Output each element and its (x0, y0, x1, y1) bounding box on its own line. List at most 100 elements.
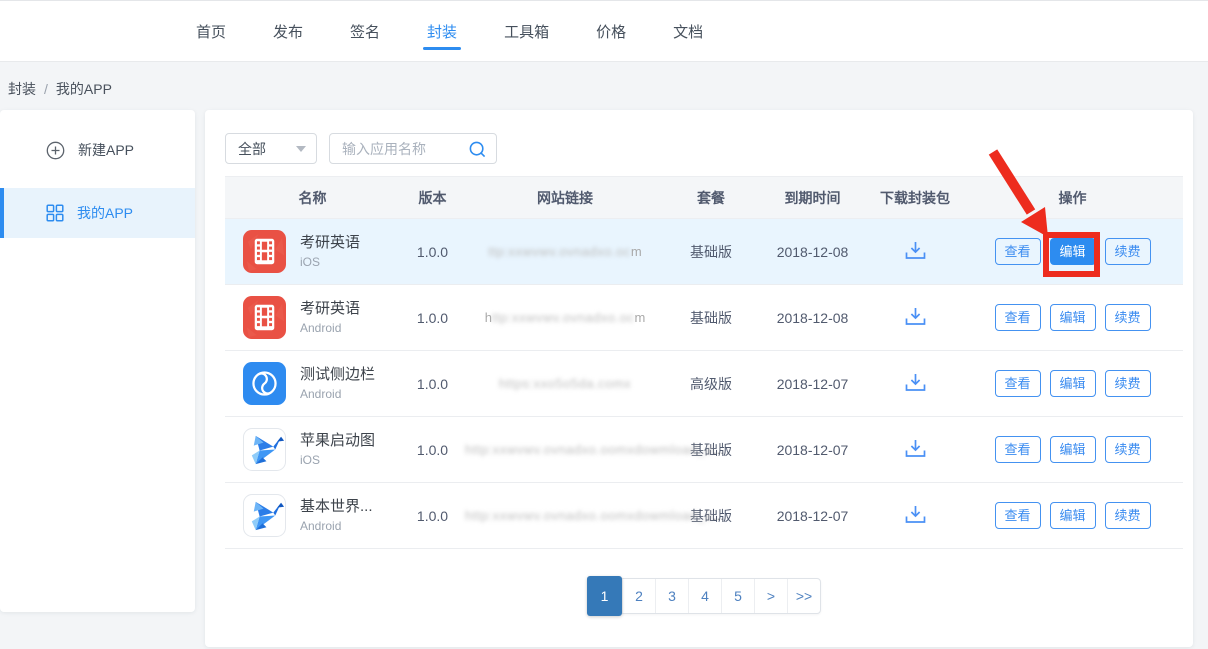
col-expire: 到期时间 (757, 188, 868, 208)
nav-item-toolbox[interactable]: 工具箱 (504, 1, 549, 61)
app-version: 1.0.0 (400, 310, 465, 326)
app-url-masked: http:xxwvwv.ovnadxo.oomxdowmload_a... (465, 508, 665, 523)
renew-button[interactable]: 续费 (1105, 304, 1151, 331)
page-2[interactable]: 2 (622, 579, 655, 613)
app-platform: iOS (300, 452, 375, 468)
grid-icon (46, 204, 64, 222)
download-icon[interactable] (904, 306, 927, 327)
table-row: 考研英语 iOS 1.0.0 ttp:xxwvwv.ovnadxo.ocm 基础… (225, 219, 1183, 285)
film-app-icon (243, 230, 286, 273)
col-url: 网站链接 (465, 188, 665, 208)
app-expire-date: 2018-12-07 (757, 376, 868, 392)
download-icon[interactable] (904, 504, 927, 525)
renew-button[interactable]: 续费 (1105, 370, 1151, 397)
search-icon[interactable] (468, 140, 487, 164)
renew-button[interactable]: 续费 (1105, 238, 1151, 265)
nav-item-publish[interactable]: 发布 (273, 1, 303, 61)
filter-bar: 全部 (225, 133, 497, 164)
app-platform: iOS (300, 254, 360, 270)
page-3[interactable]: 3 (655, 579, 688, 613)
sidebar-item-label: 我的APP (77, 203, 133, 223)
col-download: 下载封装包 (868, 188, 962, 208)
app-plan: 基础版 (665, 308, 757, 328)
category-select-value: 全部 (238, 139, 266, 159)
app-plan: 基础版 (665, 242, 757, 262)
plus-circle-icon (46, 141, 65, 160)
app-platform: Android (300, 518, 373, 534)
app-name: 考研英语 (300, 233, 360, 252)
app-expire-date: 2018-12-07 (757, 508, 868, 524)
view-button[interactable]: 查看 (995, 502, 1041, 529)
app-platform: Android (300, 320, 360, 336)
app-table: 名称 版本 网站链接 套餐 到期时间 下载封装包 操作 考研英语 iOS (225, 176, 1183, 549)
nav-item-docs[interactable]: 文档 (673, 1, 703, 61)
renew-button[interactable]: 续费 (1105, 502, 1151, 529)
nav-item-home[interactable]: 首页 (196, 1, 226, 61)
download-icon[interactable] (904, 240, 927, 261)
top-navigation: 首页 发布 签名 封装 工具箱 价格 文档 (0, 0, 1208, 62)
category-select[interactable]: 全部 (225, 133, 317, 164)
chevron-down-icon (296, 146, 306, 152)
edit-button-annotated[interactable]: 编辑 (1050, 238, 1096, 265)
page-1-active[interactable]: 1 (587, 576, 622, 616)
table-header: 名称 版本 网站链接 套餐 到期时间 下载封装包 操作 (225, 176, 1183, 219)
edit-button[interactable]: 编辑 (1050, 502, 1096, 529)
s-swirl-app-icon (243, 362, 286, 405)
jump-next-button[interactable]: >> (787, 579, 820, 613)
view-button[interactable]: 查看 (995, 370, 1041, 397)
app-version: 1.0.0 (400, 376, 465, 392)
main-content: 全部 名称 版本 网站链接 套餐 到期时间 下载封装包 操作 (205, 110, 1193, 647)
app-url-masked: http:xxwvwv.ovnadxo.oomxdowmload_a... (465, 442, 665, 457)
app-version: 1.0.0 (400, 244, 465, 260)
breadcrumb-separator: / (44, 81, 48, 97)
sidebar-item-new-app[interactable]: 新建APP (0, 125, 195, 175)
page-4[interactable]: 4 (688, 579, 721, 613)
app-name: 苹果启动图 (300, 431, 375, 450)
sidebar-item-my-app[interactable]: 我的APP (0, 188, 195, 238)
sidebar: 新建APP 我的APP (0, 110, 195, 612)
app-version: 1.0.0 (400, 442, 465, 458)
edit-button[interactable]: 编辑 (1050, 370, 1096, 397)
breadcrumb: 封装 / 我的APP (8, 79, 112, 99)
page-5[interactable]: 5 (721, 579, 754, 613)
col-plan: 套餐 (665, 188, 757, 208)
film-app-icon (243, 296, 286, 339)
next-page-button[interactable]: > (754, 579, 787, 613)
app-expire-date: 2018-12-08 (757, 310, 868, 326)
table-row: 基本世界... Android 1.0.0 http:xxwvwv.ovnadx… (225, 483, 1183, 549)
edit-button[interactable]: 编辑 (1050, 436, 1096, 463)
app-expire-date: 2018-12-07 (757, 442, 868, 458)
view-button[interactable]: 查看 (995, 304, 1041, 331)
breadcrumb-package[interactable]: 封装 (8, 79, 36, 99)
pagination: 1 2 3 4 5 > >> (225, 578, 1183, 614)
edit-button[interactable]: 编辑 (1050, 304, 1096, 331)
app-version: 1.0.0 (400, 508, 465, 524)
my-app-page: 首页 发布 签名 封装 工具箱 价格 文档 封装 / 我的APP 新建APP 我… (0, 0, 1208, 649)
renew-button[interactable]: 续费 (1105, 436, 1151, 463)
bird-app-icon (243, 494, 286, 537)
app-name: 测试侧边栏 (300, 365, 375, 384)
app-url-masked: https:xxo5o5da.comx (465, 376, 665, 391)
bird-app-icon (243, 428, 286, 471)
app-url-masked: ttp:xxwvwv.ovnadxo.ocm (465, 244, 665, 259)
search-box (329, 133, 497, 164)
table-row: 苹果启动图 iOS 1.0.0 http:xxwvwv.ovnadxo.oomx… (225, 417, 1183, 483)
view-button[interactable]: 查看 (995, 436, 1041, 463)
search-input[interactable] (330, 141, 460, 157)
app-expire-date: 2018-12-08 (757, 244, 868, 260)
app-platform: Android (300, 386, 375, 402)
col-actions: 操作 (962, 188, 1183, 208)
app-name: 考研英语 (300, 299, 360, 318)
breadcrumb-my-app: 我的APP (56, 79, 112, 99)
nav-item-pricing[interactable]: 价格 (596, 1, 626, 61)
nav-item-sign[interactable]: 签名 (350, 1, 380, 61)
download-icon[interactable] (904, 372, 927, 393)
app-name: 基本世界... (300, 497, 373, 516)
table-row: 考研英语 Android 1.0.0 http:xxwvwv.ovnadxo.o… (225, 285, 1183, 351)
view-button[interactable]: 查看 (995, 238, 1041, 265)
nav-item-package-active[interactable]: 封装 (427, 1, 457, 61)
col-name: 名称 (225, 188, 400, 208)
app-url-masked: http:xxwvwv.ovnadxo.ocm (465, 310, 665, 325)
download-icon[interactable] (904, 438, 927, 459)
app-plan: 高级版 (665, 374, 757, 394)
